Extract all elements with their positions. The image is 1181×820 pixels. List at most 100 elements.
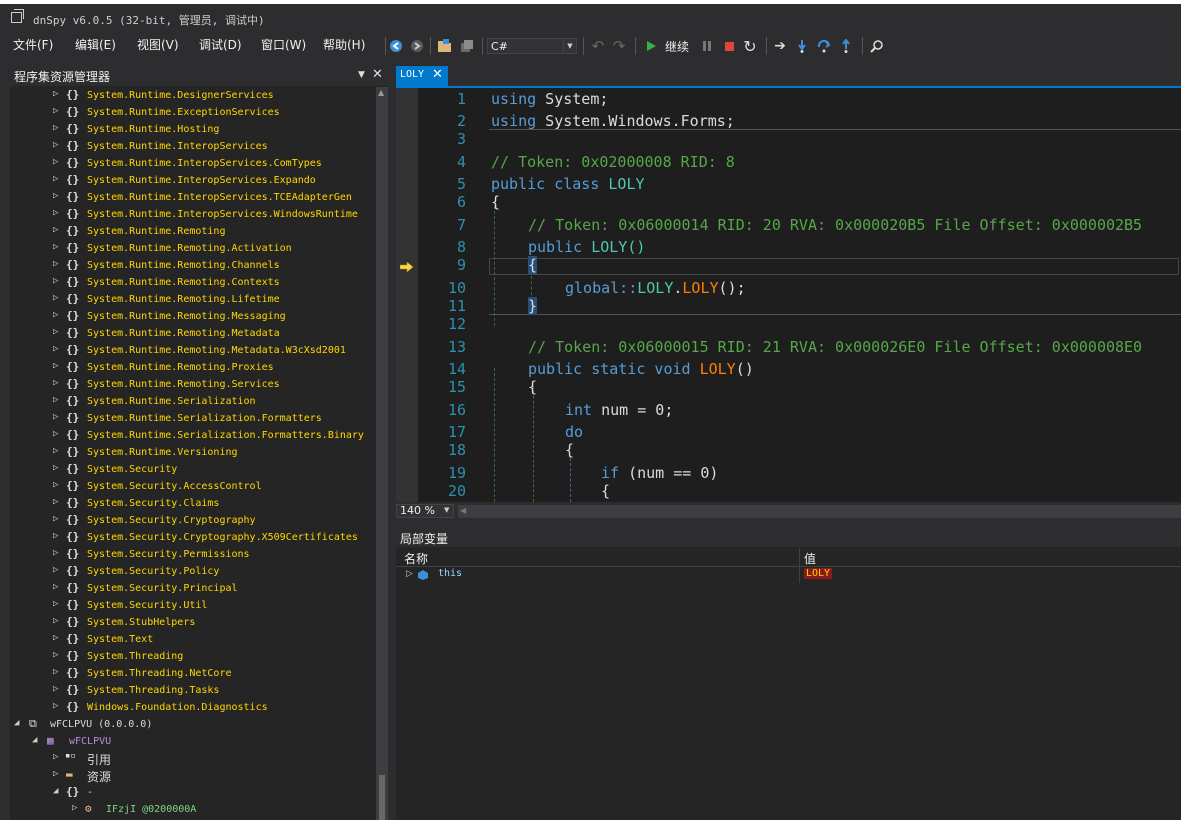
restart-button[interactable]: ↻ bbox=[742, 37, 758, 56]
pause-button[interactable] bbox=[699, 38, 715, 54]
panel-menu-icon[interactable]: ▼ bbox=[358, 70, 365, 80]
expand-icon[interactable]: ▷ bbox=[53, 191, 58, 201]
scroll-left-icon[interactable]: ◀ bbox=[460, 506, 466, 515]
expand-icon[interactable]: ▷ bbox=[53, 123, 58, 133]
undo-button[interactable]: ↶ bbox=[590, 37, 606, 55]
expand-icon[interactable]: ▷ bbox=[53, 106, 58, 116]
expand-icon[interactable]: ▷ bbox=[53, 310, 58, 320]
expand-icon[interactable]: ▷ bbox=[53, 463, 58, 473]
save-all-button[interactable] bbox=[459, 38, 475, 54]
tree-node-module[interactable]: ◢ ▦ wFCLPVU bbox=[10, 733, 376, 750]
close-icon[interactable]: ✕ bbox=[432, 67, 443, 82]
tree-node-namespace[interactable]: ▷ {} System.Runtime.Remoting.Metadata.W3cX… bbox=[10, 342, 376, 359]
menu-view[interactable]: 视图(V) bbox=[137, 36, 179, 53]
collapse-icon[interactable]: ◢ bbox=[14, 718, 19, 728]
tree-node-namespace[interactable]: ▷ {} System.Runtime.Remoting bbox=[10, 223, 376, 240]
expand-icon[interactable]: ▷ bbox=[53, 89, 58, 99]
tree-node-namespace[interactable]: ▷ {} System.Runtime.Remoting.Activation bbox=[10, 240, 376, 257]
expand-icon[interactable]: ▷ bbox=[53, 344, 58, 354]
expand-icon[interactable]: ▷ bbox=[53, 429, 58, 439]
search-button[interactable] bbox=[869, 38, 885, 54]
expand-icon[interactable]: ▷ bbox=[53, 412, 58, 422]
tree-node-namespace[interactable]: ▷ {} System.Runtime.Versioning bbox=[10, 444, 376, 461]
menu-window[interactable]: 窗口(W) bbox=[261, 36, 306, 53]
expand-icon[interactable]: ▷ bbox=[53, 446, 58, 456]
expand-icon[interactable]: ▷ bbox=[53, 361, 58, 371]
step-out-button[interactable] bbox=[838, 38, 854, 54]
column-divider[interactable] bbox=[799, 548, 800, 566]
tree-node-namespace[interactable]: ▷ {} System.Threading.NetCore bbox=[10, 665, 376, 682]
tree-node-namespace[interactable]: ◢ {} - bbox=[10, 784, 376, 801]
menu-help[interactable]: 帮助(H) bbox=[323, 36, 365, 53]
expand-icon[interactable]: ▷ bbox=[53, 531, 58, 541]
continue-button[interactable] bbox=[643, 38, 659, 54]
tree-node-namespace[interactable]: ▷ {} System.Security.Principal bbox=[10, 580, 376, 597]
tree-scrollbar[interactable]: ▲ bbox=[376, 87, 388, 820]
tree-node-namespace[interactable]: ▷ {} System.Runtime.Remoting.Services bbox=[10, 376, 376, 393]
expand-icon[interactable]: ▷ bbox=[53, 497, 58, 507]
tree-node-namespace[interactable]: ▷ {} System.Runtime.Serialization.Formatte… bbox=[10, 427, 376, 444]
tree-node-namespace[interactable]: ▷ {} System.Runtime.Serialization bbox=[10, 393, 376, 410]
expand-icon[interactable]: ▷ bbox=[53, 548, 58, 558]
expand-icon[interactable]: ▷ bbox=[53, 140, 58, 150]
expand-icon[interactable]: ▷ bbox=[53, 480, 58, 490]
step-over-button[interactable] bbox=[816, 38, 832, 54]
tree-node-resources[interactable]: ▷ ▬ 资源 bbox=[10, 767, 376, 784]
tree-node-namespace[interactable]: ▷ {} System.Runtime.InteropServices bbox=[10, 138, 376, 155]
expand-icon[interactable]: ▷ bbox=[53, 327, 58, 337]
tree-node-namespace[interactable]: ▷ {} System.Runtime.Remoting.Messaging bbox=[10, 308, 376, 325]
tree-scroll-thumb[interactable] bbox=[379, 775, 385, 820]
tree-node-type[interactable]: ▷ ⚙ IFzjI @0200000A bbox=[10, 801, 376, 818]
expand-icon[interactable]: ▷ bbox=[53, 565, 58, 575]
tree-node-namespace[interactable]: ▷ {} System.Security.AccessControl bbox=[10, 478, 376, 495]
column-value[interactable]: 值 bbox=[804, 550, 816, 567]
expand-icon[interactable]: ▷ bbox=[53, 378, 58, 388]
column-name[interactable]: 名称 bbox=[404, 550, 428, 567]
tree-node-namespace[interactable]: ▷ {} System.StubHelpers bbox=[10, 614, 376, 631]
tree-node-namespace[interactable]: ▷ {} System.Security.Cryptography bbox=[10, 512, 376, 529]
tree-node-namespace[interactable]: ▷ {} System.Text bbox=[10, 631, 376, 648]
expand-icon[interactable]: ▷ bbox=[72, 803, 77, 813]
expand-icon[interactable]: ▷ bbox=[53, 395, 58, 405]
tree-node-namespace[interactable]: ▷ {} System.Runtime.Remoting.Proxies bbox=[10, 359, 376, 376]
expand-icon[interactable]: ▷ bbox=[53, 276, 58, 286]
expand-icon[interactable]: ▷ bbox=[53, 616, 58, 626]
expand-icon[interactable]: ▷ bbox=[53, 242, 58, 252]
tree-node-namespace[interactable]: ▷ {} System.Runtime.DesignerServices bbox=[10, 87, 376, 104]
tab-loly[interactable]: LOLY ✕ bbox=[396, 66, 448, 86]
tree-node-namespace[interactable]: ▷ {} System.Runtime.InteropServices.ComTyp… bbox=[10, 155, 376, 172]
tree-node-namespace[interactable]: ▷ {} System.Runtime.InteropServices.Window… bbox=[10, 206, 376, 223]
step-into-button[interactable] bbox=[794, 38, 810, 54]
expand-icon[interactable]: ▷ bbox=[53, 752, 58, 762]
expand-icon[interactable]: ▷ bbox=[53, 633, 58, 643]
tree-node-namespace[interactable]: ▷ {} Windows.Foundation.Diagnostics bbox=[10, 699, 376, 716]
tree-node-namespace[interactable]: ▷ {} System.Security.Claims bbox=[10, 495, 376, 512]
tree-node-namespace[interactable]: ▷ {} System.Runtime.Remoting.Metadata bbox=[10, 325, 376, 342]
redo-button[interactable]: ↷ bbox=[611, 37, 627, 55]
tree-node-assembly[interactable]: ◢ ⧉ wFCLPVU (0.0.0.0) bbox=[10, 716, 376, 733]
expand-icon[interactable]: ▷ bbox=[53, 157, 58, 167]
expand-icon[interactable]: ▷ bbox=[53, 208, 58, 218]
tree-node-namespace[interactable]: ▷ {} System.Threading bbox=[10, 648, 376, 665]
expand-icon[interactable]: ▷ bbox=[53, 259, 58, 269]
expand-icon[interactable]: ▷ bbox=[53, 225, 58, 235]
menu-debug[interactable]: 调试(D) bbox=[199, 36, 242, 53]
variable-value[interactable]: LOLY bbox=[804, 568, 833, 579]
menu-file[interactable]: 文件(F) bbox=[13, 36, 53, 53]
expand-icon[interactable]: ▷ bbox=[53, 684, 58, 694]
collapse-icon[interactable]: ◢ bbox=[53, 786, 58, 796]
locals-row[interactable]: ▷ this LOLY bbox=[396, 567, 1181, 583]
tree-node-references[interactable]: ▷ ▪▫ 引用 bbox=[10, 750, 376, 767]
menu-edit[interactable]: 编辑(E) bbox=[75, 36, 116, 53]
close-icon[interactable]: ✕ bbox=[372, 67, 383, 82]
expand-icon[interactable]: ▷ bbox=[53, 174, 58, 184]
tree-node-namespace[interactable]: ▷ {} System.Runtime.Hosting bbox=[10, 121, 376, 138]
language-select[interactable]: C# ▼ bbox=[487, 38, 577, 54]
tree-node-namespace[interactable]: ▷ {} System.Runtime.InteropServices.TCEAda… bbox=[10, 189, 376, 206]
tree-node-namespace[interactable]: ▷ {} System.Runtime.Remoting.Lifetime bbox=[10, 291, 376, 308]
tree-node-namespace[interactable]: ▷ {} System.Security.Cryptography.X509Cert… bbox=[10, 529, 376, 546]
tree-node-namespace[interactable]: ▷ {} System.Runtime.ExceptionServices bbox=[10, 104, 376, 121]
show-next-statement-button[interactable]: ➔ bbox=[772, 38, 788, 54]
expand-icon[interactable]: ▷ bbox=[53, 599, 58, 609]
expand-icon[interactable]: ▷ bbox=[53, 769, 58, 779]
